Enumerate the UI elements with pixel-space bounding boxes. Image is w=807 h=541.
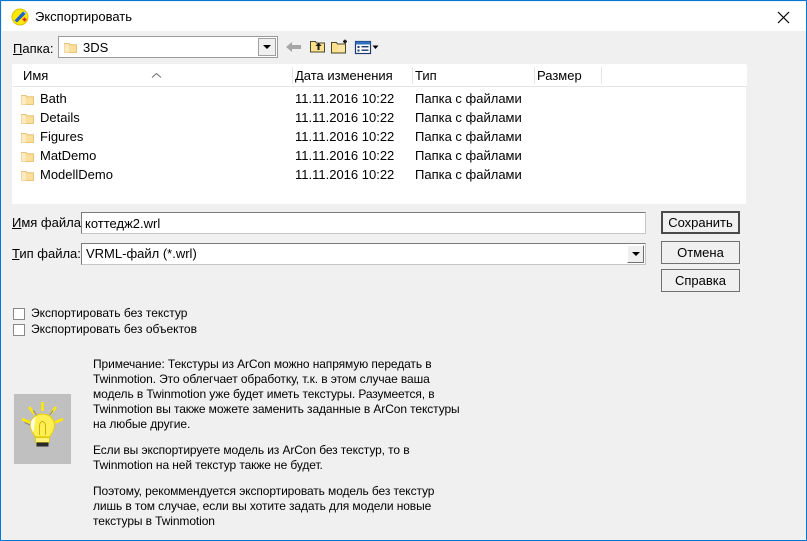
file-name: MatDemo bbox=[40, 148, 96, 163]
chevron-down-icon[interactable] bbox=[258, 38, 276, 56]
file-type: Папка с файлами bbox=[415, 129, 522, 144]
filename-input[interactable] bbox=[81, 212, 646, 234]
folder-label: Папка: bbox=[13, 41, 53, 56]
folder-icon bbox=[21, 131, 34, 143]
filename-label: Имя файла: bbox=[12, 215, 85, 230]
file-date: 11.11.2016 10:22 bbox=[295, 148, 394, 163]
table-row[interactable]: Details 11.11.2016 10:22 Папка с файлами bbox=[13, 109, 747, 128]
table-row[interactable]: ModellDemo 11.11.2016 10:22 Папка с файл… bbox=[13, 166, 747, 185]
file-date: 11.11.2016 10:22 bbox=[295, 129, 394, 144]
checkbox-label: Экспортировать без текстур bbox=[31, 306, 187, 320]
column-header-name[interactable]: Имя bbox=[23, 68, 48, 83]
new-folder-button[interactable] bbox=[329, 37, 351, 57]
file-name: Figures bbox=[40, 129, 83, 144]
folder-icon bbox=[64, 41, 77, 53]
filetype-value: VRML-файл (*.wrl) bbox=[86, 246, 197, 261]
file-list-header: Имя Дата изменения Тип Размер bbox=[13, 65, 747, 87]
help-button-label: Справка bbox=[675, 273, 726, 288]
note-paragraph: Если вы экспортируете модель из ArCon бе… bbox=[93, 443, 463, 473]
file-type: Папка с файлами bbox=[415, 148, 522, 163]
note-paragraph: Поэтому, рекоммендуется экспортировать м… bbox=[93, 484, 463, 529]
table-row[interactable]: Figures 11.11.2016 10:22 Папка с файлами bbox=[13, 128, 747, 147]
note-text: Примечание: Текстуры из ArCon можно напр… bbox=[93, 357, 463, 529]
chevron-down-icon[interactable] bbox=[627, 245, 644, 263]
column-header-type[interactable]: Тип bbox=[415, 68, 437, 83]
checkbox-box[interactable] bbox=[13, 308, 25, 320]
file-date: 11.11.2016 10:22 bbox=[295, 110, 394, 125]
column-separator bbox=[292, 67, 293, 84]
file-date: 11.11.2016 10:22 bbox=[295, 167, 394, 182]
file-name: Details bbox=[40, 110, 80, 125]
file-name: Bath bbox=[40, 91, 67, 106]
checkbox-box[interactable] bbox=[13, 324, 25, 336]
folder-icon bbox=[21, 169, 34, 181]
filetype-combo[interactable]: VRML-файл (*.wrl) bbox=[81, 243, 646, 265]
folder-icon bbox=[21, 112, 34, 124]
up-one-level-button[interactable] bbox=[307, 37, 329, 57]
folder-combo-value: 3DS bbox=[83, 40, 108, 55]
checkbox-label: Экспортировать без объектов bbox=[31, 322, 197, 336]
sort-ascending-icon bbox=[151, 66, 162, 73]
file-date: 11.11.2016 10:22 bbox=[295, 91, 394, 106]
close-icon[interactable] bbox=[761, 2, 807, 31]
lightbulb-icon bbox=[14, 394, 71, 464]
column-header-date[interactable]: Дата изменения bbox=[295, 68, 393, 83]
back-button[interactable] bbox=[283, 37, 305, 57]
save-button-label: Сохранить bbox=[668, 215, 733, 230]
filetype-label: Тип файла: bbox=[12, 246, 81, 261]
table-row[interactable]: Bath 11.11.2016 10:22 Папка с файлами bbox=[13, 90, 747, 109]
folder-icon bbox=[21, 150, 34, 162]
help-button[interactable]: Справка bbox=[661, 269, 740, 292]
arcon-export-icon bbox=[11, 8, 29, 26]
folder-combo[interactable]: 3DS bbox=[58, 36, 278, 58]
export-dialog-window: Экспортировать Папка: 3DS bbox=[0, 0, 807, 541]
file-type: Папка с файлами bbox=[415, 167, 522, 182]
view-mode-button[interactable] bbox=[353, 37, 379, 57]
file-type: Папка с файлами bbox=[415, 91, 522, 106]
column-header-size[interactable]: Размер bbox=[537, 68, 582, 83]
column-separator bbox=[534, 67, 535, 84]
title-bar: Экспортировать bbox=[2, 2, 807, 32]
header-divider bbox=[13, 86, 747, 87]
file-type: Папка с файлами bbox=[415, 110, 522, 125]
table-row[interactable]: MatDemo 11.11.2016 10:22 Папка с файлами bbox=[13, 147, 747, 166]
cancel-button[interactable]: Отмена bbox=[661, 241, 740, 264]
column-separator bbox=[412, 67, 413, 84]
file-list[interactable]: Имя Дата изменения Тип Размер Bath 11.11… bbox=[12, 64, 746, 204]
column-separator bbox=[601, 67, 602, 84]
note-paragraph: Примечание: Текстуры из ArCon можно напр… bbox=[93, 357, 463, 432]
cancel-button-label: Отмена bbox=[677, 245, 724, 260]
page-title: Экспортировать bbox=[35, 8, 132, 25]
file-name: ModellDemo bbox=[40, 167, 113, 182]
folder-icon bbox=[21, 93, 34, 105]
save-button[interactable]: Сохранить bbox=[661, 211, 740, 234]
